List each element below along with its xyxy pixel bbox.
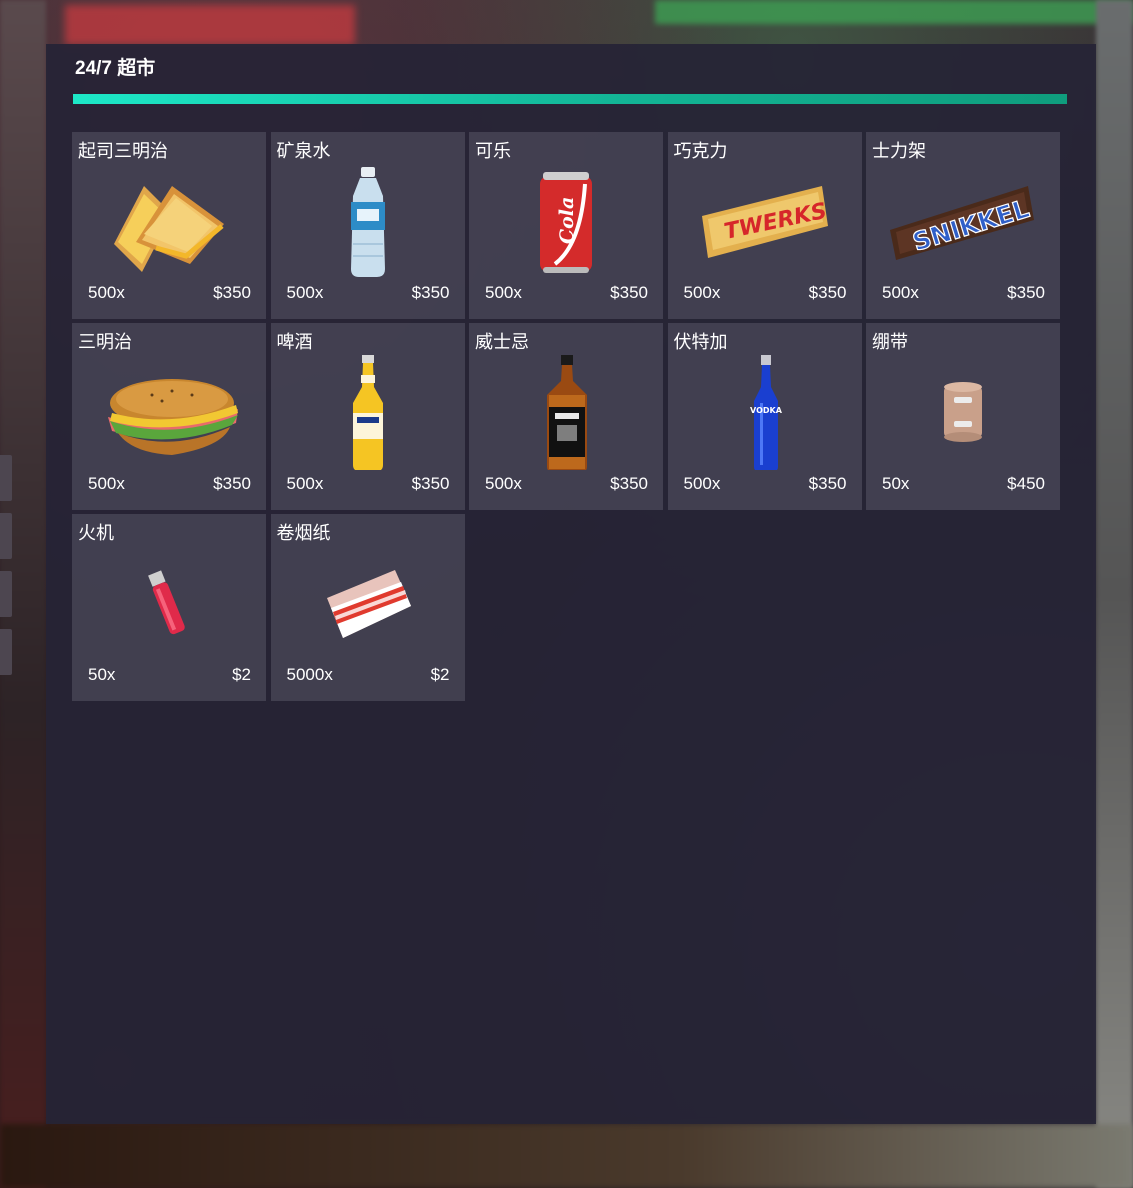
- item-name: 伏特加: [673, 332, 728, 353]
- item-price: $2: [232, 665, 251, 684]
- background-floor: [0, 1124, 1133, 1188]
- item-card-bandage[interactable]: 绷带 50x $450: [866, 323, 1060, 510]
- item-card-lighter[interactable]: 火机 50x $2: [72, 514, 266, 701]
- item-name: 威士忌: [475, 332, 529, 353]
- item-card-sandwich[interactable]: 三明治 500x $350: [72, 323, 266, 510]
- item-price: $350: [1007, 283, 1045, 302]
- snack-bar-icon: SNIKKEL: [866, 164, 1060, 279]
- item-price: $450: [1007, 474, 1045, 493]
- vodka-label: VODKA: [750, 406, 783, 415]
- background-sign-red: [65, 5, 355, 45]
- snack-bar-label: SNIKKEL: [909, 194, 1032, 257]
- item-price: $350: [213, 474, 251, 493]
- item-quantity: 500x: [683, 283, 721, 302]
- item-name: 绷带: [872, 332, 908, 353]
- item-card-rolling-papers[interactable]: 卷烟纸 5000x $2: [270, 514, 465, 701]
- shop-panel: 24/7 超市 起司三明治 500x $350 矿泉水 500x $350 可乐…: [46, 44, 1096, 1124]
- item-price: $350: [411, 474, 450, 493]
- item-card-beer[interactable]: 啤酒 500x $350: [270, 323, 465, 510]
- item-name: 火机: [78, 523, 114, 544]
- cola-label: Cola: [556, 197, 578, 244]
- rolling-papers-icon: [271, 546, 465, 661]
- item-quantity: 500x: [88, 283, 125, 302]
- item-quantity: 5000x: [286, 665, 333, 684]
- item-quantity: 500x: [485, 283, 522, 302]
- bandage-roll-icon: [866, 355, 1060, 470]
- whiskey-bottle-icon: [469, 355, 663, 470]
- grilled-cheese-icon: [72, 164, 266, 279]
- item-card-snack-bar[interactable]: 士力架 SNIKKEL 500x $350: [866, 132, 1060, 319]
- item-card-chocolate[interactable]: 巧克力 TWERKS 500x $350: [667, 132, 862, 319]
- item-card-grilled-cheese[interactable]: 起司三明治 500x $350: [72, 132, 266, 319]
- background-tab: [0, 455, 12, 501]
- cola-can-icon: Cola: [469, 164, 663, 279]
- item-quantity: 500x: [88, 474, 125, 493]
- item-quantity: 500x: [485, 474, 522, 493]
- item-name: 巧克力: [673, 141, 728, 162]
- background-sign-green: [655, 0, 1133, 24]
- item-card-cola[interactable]: 可乐 Cola 500x $350: [469, 132, 663, 319]
- background-right-wall: [1096, 0, 1133, 1188]
- background-tab: [0, 571, 12, 617]
- item-card-water[interactable]: 矿泉水 500x $350: [270, 132, 465, 319]
- item-quantity: 500x: [882, 283, 919, 302]
- item-quantity: 500x: [286, 283, 324, 302]
- item-price: $350: [213, 283, 251, 302]
- item-name: 可乐: [475, 141, 511, 162]
- item-name: 三明治: [78, 332, 132, 353]
- item-price: $350: [610, 283, 648, 302]
- water-bottle-icon: [271, 164, 465, 279]
- item-quantity: 50x: [882, 474, 910, 493]
- item-quantity: 500x: [683, 474, 721, 493]
- accent-bar: [73, 94, 1067, 104]
- sub-sandwich-icon: [72, 355, 266, 470]
- item-card-whiskey[interactable]: 威士忌 500x $350: [469, 323, 663, 510]
- beer-bottle-icon: [271, 355, 465, 470]
- shop-title: 24/7 超市: [75, 58, 156, 79]
- item-quantity: 500x: [286, 474, 324, 493]
- lighter-icon: [72, 546, 266, 661]
- item-name: 矿泉水: [276, 141, 331, 162]
- item-name: 卷烟纸: [276, 523, 331, 544]
- background-tab: [0, 629, 12, 675]
- item-grid: 起司三明治 500x $350 矿泉水 500x $350 可乐 Cola 50…: [72, 132, 1062, 701]
- item-price: $350: [610, 474, 648, 493]
- chocolate-bar-icon: TWERKS: [668, 164, 862, 279]
- item-name: 起司三明治: [78, 141, 168, 162]
- item-price: $2: [430, 665, 450, 684]
- item-name: 啤酒: [276, 332, 313, 353]
- item-price: $350: [808, 474, 847, 493]
- item-quantity: 50x: [88, 665, 116, 684]
- background-tab: [0, 513, 12, 559]
- item-name: 士力架: [872, 141, 926, 162]
- item-card-vodka[interactable]: 伏特加 VODKA 500x $350: [667, 323, 862, 510]
- vodka-bottle-icon: VODKA: [668, 355, 862, 470]
- item-price: $350: [411, 283, 450, 302]
- item-price: $350: [808, 283, 847, 302]
